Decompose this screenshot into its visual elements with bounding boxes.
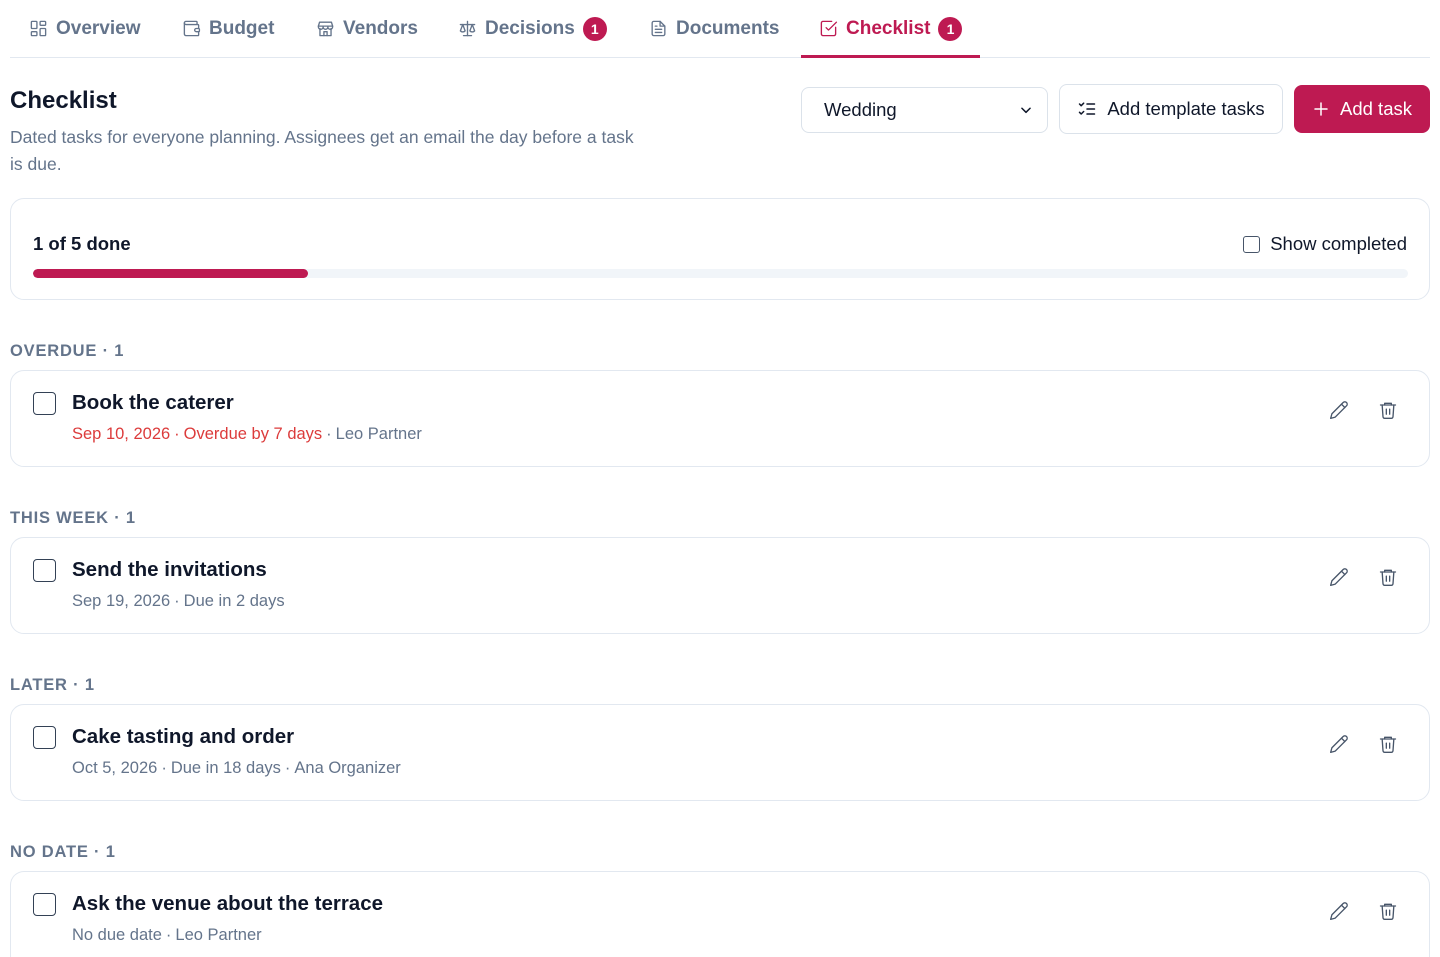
section-label-overdue: OVERDUE · 1 <box>10 342 125 360</box>
trash-icon <box>1379 736 1397 753</box>
chevron-down-icon <box>1021 107 1031 114</box>
tab-label: Budget <box>209 17 275 39</box>
pencil-icon <box>1330 902 1348 920</box>
add-task-button[interactable]: Add task <box>1294 85 1430 133</box>
progress-bar-fill <box>33 269 308 278</box>
task-assignee: Leo Partner <box>335 425 422 443</box>
add-template-tasks-label: Add template tasks <box>1107 98 1265 119</box>
edit-task-button[interactable] <box>1326 898 1352 924</box>
delete-task-button[interactable] <box>1375 564 1401 590</box>
edit-task-button[interactable] <box>1326 731 1352 757</box>
trash-icon <box>1379 569 1397 586</box>
tab-vendors[interactable]: Vendors <box>316 0 418 57</box>
task-checkbox[interactable] <box>33 726 56 749</box>
section-label-this-week: THIS WEEK · 1 <box>10 509 136 527</box>
pencil-icon <box>1330 735 1348 753</box>
tab-bar: Overview Budget Vendors Decisions 1 Docu… <box>10 0 1430 58</box>
tab-budget[interactable]: Budget <box>182 0 274 57</box>
decisions-count-badge: 1 <box>582 16 607 41</box>
edit-task-button[interactable] <box>1326 397 1352 423</box>
task-title: Ask the venue about the terrace <box>72 892 384 915</box>
checklist-count-badge: 1 <box>938 16 963 41</box>
delete-task-button[interactable] <box>1375 397 1401 423</box>
trash-icon <box>1379 402 1397 419</box>
pencil-icon <box>1330 401 1348 419</box>
task-checkbox[interactable] <box>33 392 56 415</box>
progress-bar <box>33 269 1408 278</box>
progress-card: 1 of 5 done Show completed <box>10 198 1430 300</box>
add-task-label: Add task <box>1340 98 1412 119</box>
task-date: Sep 19, 2026 <box>72 592 171 610</box>
task-date: No due date <box>72 926 162 944</box>
section-label-no-date: NO DATE · 1 <box>10 843 116 861</box>
tab-decisions[interactable]: Decisions 1 <box>458 0 607 57</box>
task-title: Send the invitations <box>72 558 267 581</box>
tab-label: Documents <box>676 17 780 39</box>
task-meta: No due date · Leo Partner <box>72 926 262 944</box>
task-checkbox[interactable] <box>33 893 56 916</box>
task-card: Cake tasting and order Oct 5, 2026 · Due i… <box>10 704 1430 801</box>
task-assignee: Leo Partner <box>175 926 262 944</box>
task-date: Oct 5, 2026 <box>72 759 158 777</box>
tab-label: Decisions <box>485 17 575 39</box>
task-meta: Oct 5, 2026 · Due in 18 days · Ana Organizer <box>72 759 401 777</box>
layout-grid-icon <box>30 20 47 37</box>
task-date: Sep 10, 2026 <box>72 425 171 443</box>
plus-icon <box>1314 102 1328 116</box>
task-status: Due in 2 days <box>183 592 285 610</box>
tab-checklist[interactable]: Checklist 1 <box>819 0 963 57</box>
tab-label: Overview <box>56 17 141 39</box>
task-card: Ask the venue about the terrace No due d… <box>10 871 1430 957</box>
edit-task-button[interactable] <box>1326 564 1352 590</box>
active-tab-indicator <box>801 55 980 58</box>
event-select-value: Wedding <box>824 99 897 120</box>
task-card: Send the invitations Sep 19, 2026 · Due in… <box>10 537 1430 634</box>
task-status: Overdue by 7 days <box>183 425 323 443</box>
show-completed-label: Show completed <box>1270 233 1407 254</box>
event-select[interactable]: Wedding <box>801 87 1048 133</box>
task-card: Book the caterer Sep 10, 2026 · Overdue by… <box>10 370 1430 467</box>
store-icon <box>317 21 334 37</box>
show-completed-toggle[interactable]: Show completed <box>1243 233 1407 255</box>
tab-documents[interactable]: Documents <box>649 0 779 57</box>
file-text-icon <box>651 20 666 37</box>
list-checks-icon <box>1079 102 1096 115</box>
delete-task-button[interactable] <box>1375 898 1401 924</box>
task-title: Book the caterer <box>72 391 234 414</box>
task-meta: Sep 19, 2026 · Due in 2 days <box>72 592 285 610</box>
task-meta: Sep 10, 2026 · Overdue by 7 days · Leo Partn… <box>72 425 422 443</box>
page-title: Checklist <box>10 87 117 114</box>
delete-task-button[interactable] <box>1375 731 1401 757</box>
show-completed-checkbox[interactable] <box>1243 235 1261 253</box>
tab-overview[interactable]: Overview <box>29 0 141 57</box>
task-checkbox[interactable] <box>33 559 56 582</box>
wallet-icon <box>183 20 201 37</box>
add-template-tasks-button[interactable]: Add template tasks <box>1059 84 1283 134</box>
task-assignee: Ana Organizer <box>294 759 401 777</box>
trash-icon <box>1379 903 1397 920</box>
section-label-later: LATER · 1 <box>10 676 95 694</box>
tab-label: Checklist <box>846 17 931 39</box>
page-description: Dated tasks for everyone planning. Assig… <box>10 127 634 174</box>
task-title: Cake tasting and order <box>72 725 295 748</box>
tab-label: Vendors <box>343 17 418 39</box>
pencil-icon <box>1330 568 1348 586</box>
progress-label: 1 of 5 done <box>33 233 131 254</box>
scale-icon <box>459 20 476 37</box>
square-check-icon <box>820 20 838 37</box>
task-status: Due in 18 days <box>170 759 281 777</box>
